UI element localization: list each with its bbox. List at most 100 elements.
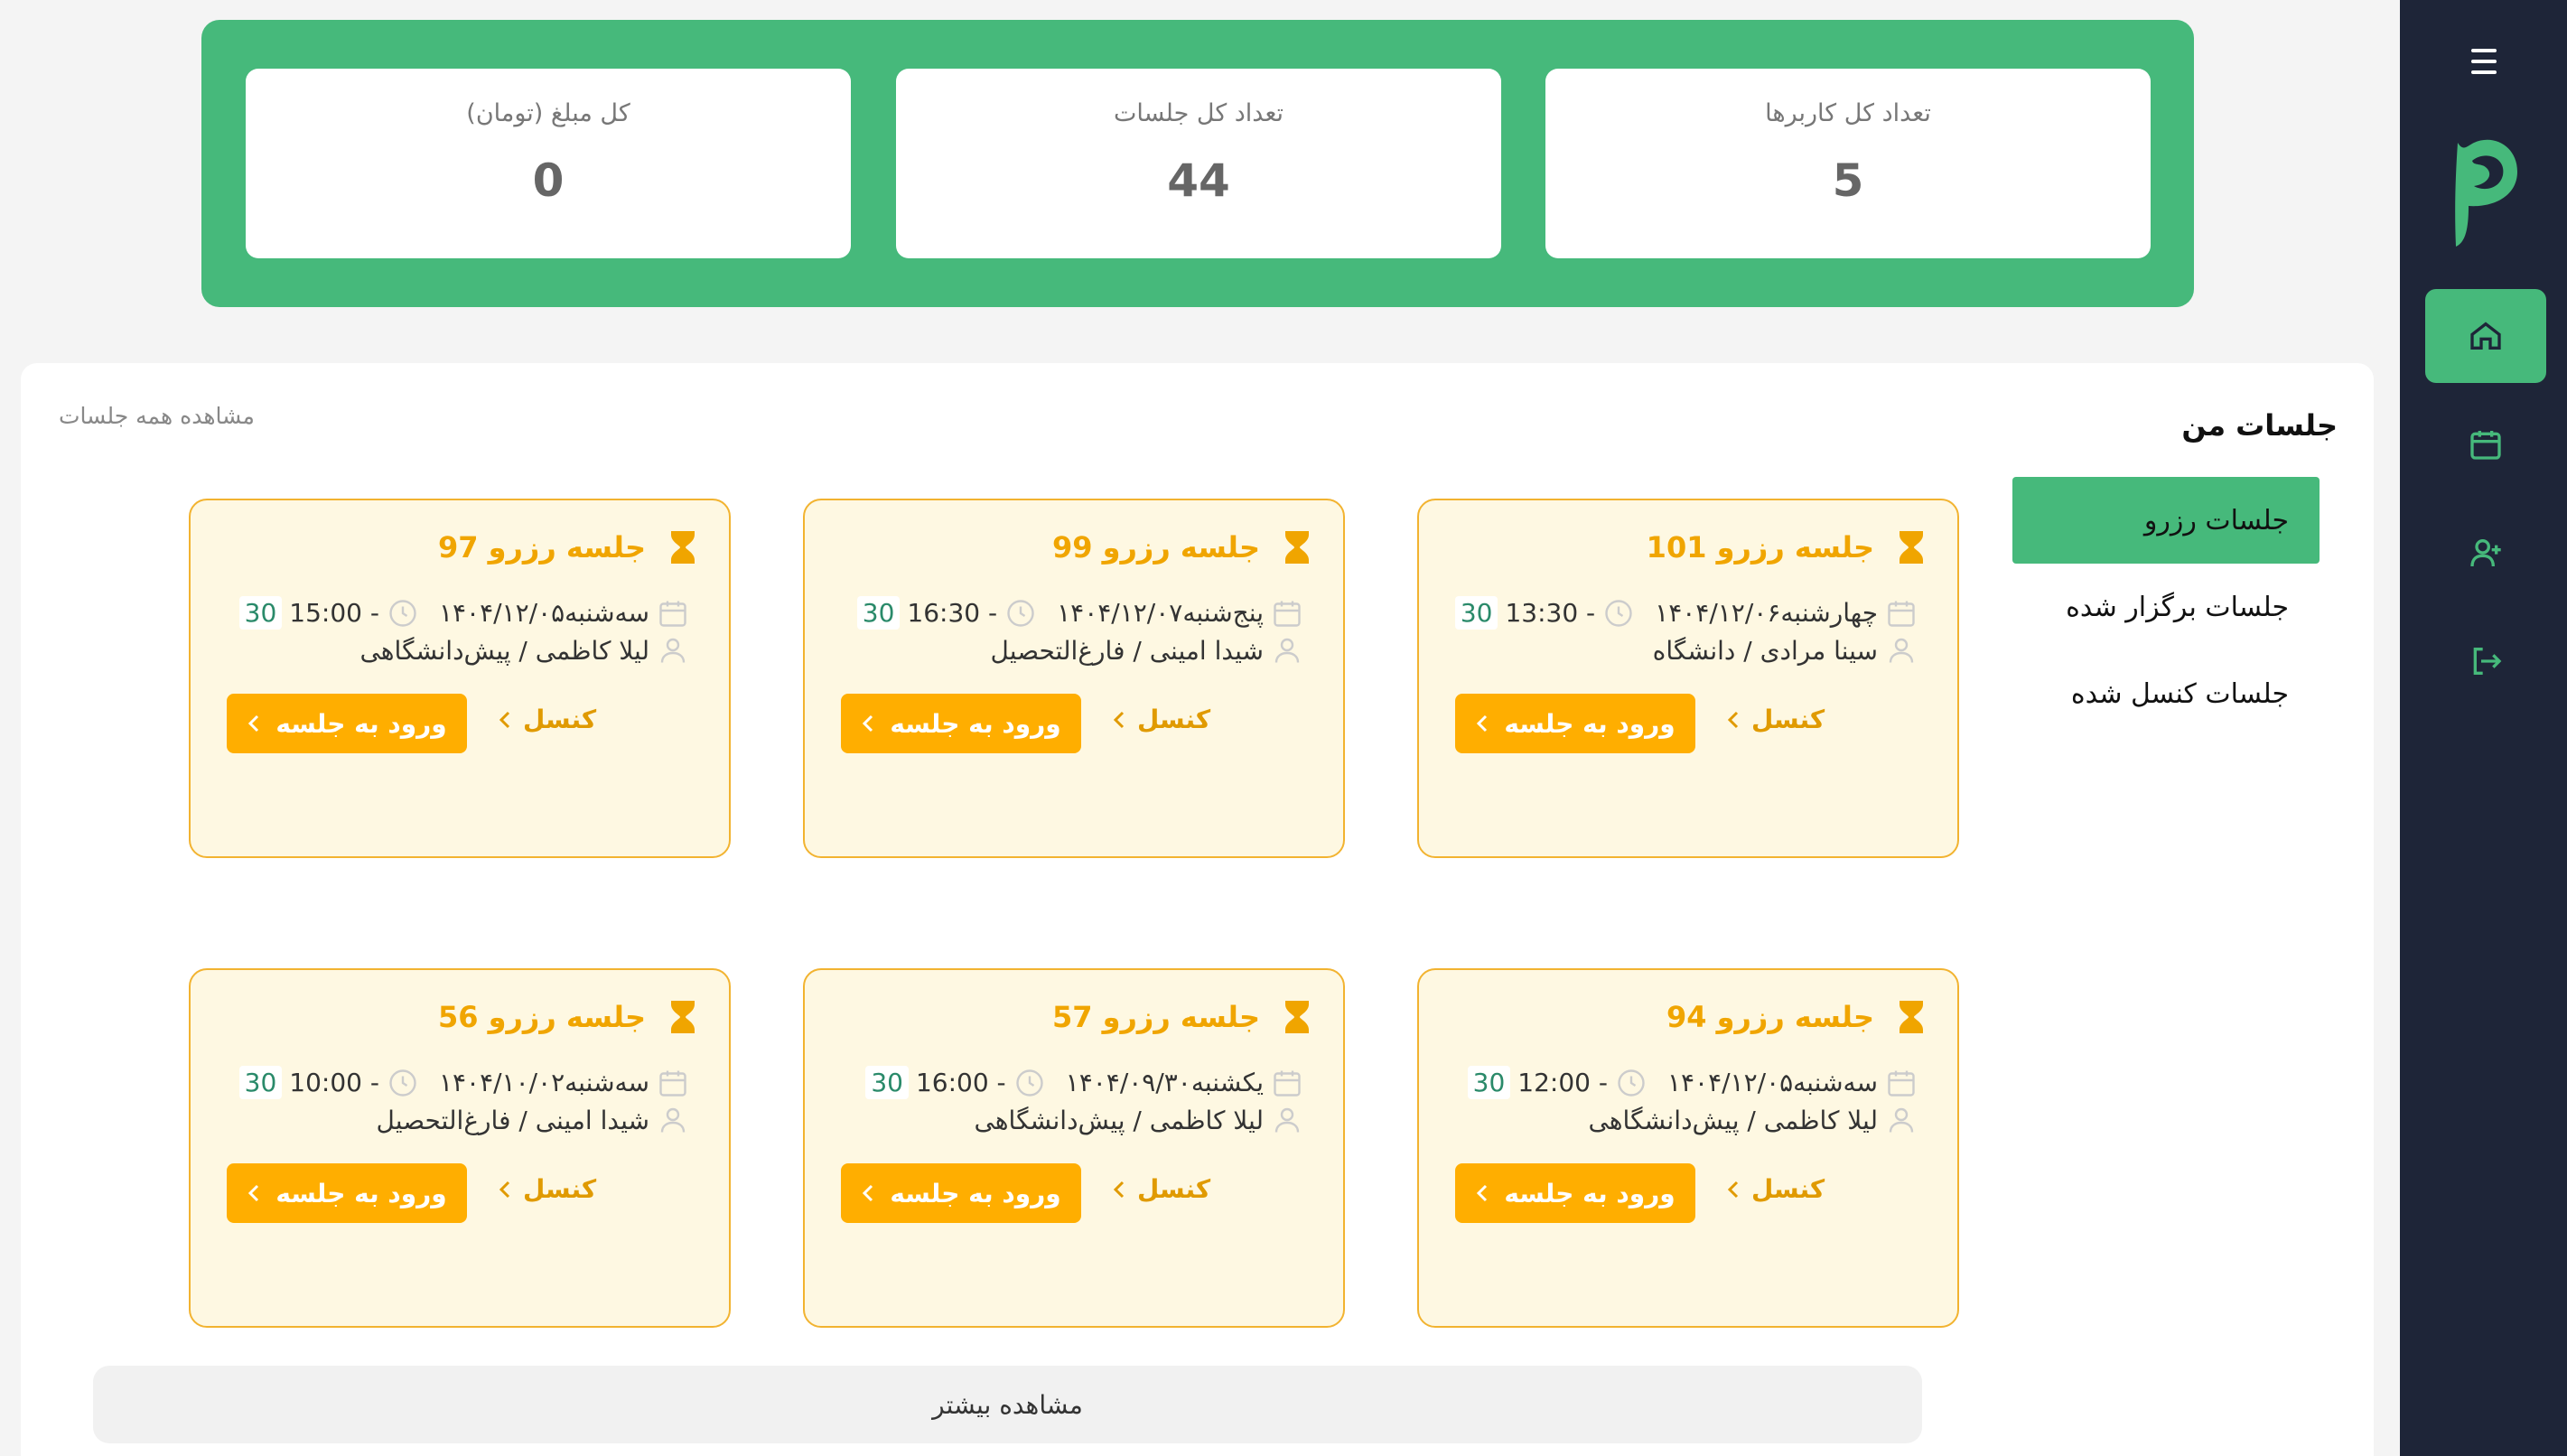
user-icon: [660, 638, 686, 663]
clock-icon: [1015, 1069, 1043, 1097]
session-time: 10:00 -: [289, 1068, 379, 1097]
hourglass-icon: [671, 531, 695, 564]
session-date: سه‌شنبه۱۴۰۴/۱۲/۰۵: [1666, 1068, 1878, 1097]
clock-icon: [1605, 599, 1632, 627]
stat-value: 5: [1832, 154, 1864, 207]
session-time: 13:30 -: [1505, 598, 1596, 628]
clock-icon: [389, 599, 416, 627]
session-title: جلسه رزرو 56: [437, 1000, 646, 1034]
tab-cancelled[interactable]: جلسات کنسل شده: [2012, 650, 2320, 737]
session-person: لیلا کاظمی / پیش‌دانشگاهی: [974, 1105, 1264, 1135]
tab-reserved[interactable]: جلسات رزرو: [2012, 477, 2320, 564]
session-time: 16:00 -: [915, 1068, 1006, 1097]
cancel-label: کنسل: [1137, 1174, 1211, 1204]
stat-label: کل مبلغ (تومان): [466, 99, 630, 127]
sidebar-item-add-user[interactable]: [2425, 506, 2546, 600]
sidebar-item-home[interactable]: [2425, 289, 2546, 383]
session-duration: 30: [1454, 596, 1498, 630]
session-duration: 30: [238, 1066, 283, 1099]
sidebar: [2400, 0, 2567, 1456]
chevron-left-icon: [863, 1184, 873, 1202]
stat-card-amount: کل مبلغ (تومان) 0: [246, 69, 851, 258]
chevron-left-icon: [1727, 711, 1739, 728]
session-person: سینا مرادی / دانشگاه: [1652, 635, 1878, 666]
cancel-button[interactable]: کنسل: [498, 1174, 596, 1204]
sessions-panel: مشاهده همه جلسات جلسات من جلسات رزرو جلس…: [21, 363, 2374, 1456]
session-card: جلسه رزرو 94 سه‌شنبه۱۴۰۴/۱۲/۰۵ 12:00 - 3…: [1417, 968, 1959, 1328]
session-title: جلسه رزرو 97: [437, 530, 646, 565]
enter-session-button[interactable]: ورود به جلسه: [841, 694, 1081, 753]
hamburger-icon[interactable]: [2463, 49, 2505, 79]
enter-session-button[interactable]: ورود به جلسه: [1455, 1163, 1695, 1223]
cancel-button[interactable]: کنسل: [1112, 1174, 1210, 1204]
enter-session-button[interactable]: ورود به جلسه: [841, 1163, 1081, 1223]
session-duration: 30: [238, 596, 283, 630]
session-title: جلسه رزرو 57: [1051, 1000, 1260, 1034]
session-date: چهارشنبه۱۴۰۴/۱۲/۰۶: [1655, 598, 1878, 628]
enter-label: ورود به جلسه: [890, 1178, 1061, 1209]
user-plus-icon: [2470, 539, 2501, 567]
chevron-left-icon: [248, 1184, 259, 1202]
stat-label: تعداد کل جلسات: [1113, 99, 1284, 127]
session-duration: 30: [856, 596, 901, 630]
user-icon: [660, 1107, 686, 1133]
stat-value: 0: [532, 154, 565, 207]
stat-label: تعداد کل کاربرها: [1765, 99, 1931, 127]
enter-session-button[interactable]: ورود به جلسه: [227, 1163, 467, 1223]
cancel-label: کنسل: [1751, 705, 1825, 734]
chevron-left-icon: [248, 714, 259, 733]
chevron-left-icon: [1113, 1181, 1125, 1198]
session-card: جلسه رزرو 57 یکشنبه۱۴۰۴/۰۹/۳۰ 16:00 - 30…: [803, 968, 1345, 1328]
sidebar-item-logout[interactable]: [2425, 614, 2546, 708]
chevron-left-icon: [1113, 711, 1125, 728]
enter-session-button[interactable]: ورود به جلسه: [1455, 694, 1695, 753]
cancel-button[interactable]: کنسل: [1726, 1174, 1825, 1204]
sidebar-item-calendar[interactable]: [2425, 397, 2546, 491]
enter-label: ورود به جلسه: [1504, 1178, 1676, 1209]
calendar-icon: [659, 1070, 686, 1097]
stats-banner: تعداد کل کاربرها 5 تعداد کل جلسات 44 کل …: [201, 20, 2194, 307]
cancel-label: کنسل: [523, 1174, 597, 1204]
calendar-icon: [1888, 601, 1915, 627]
session-date: سه‌شنبه۱۴۰۴/۱۰/۰۲: [438, 1068, 649, 1097]
session-person: لیلا کاظمی / پیش‌دانشگاهی: [359, 635, 649, 666]
enter-label: ورود به جلسه: [275, 1178, 447, 1209]
chevron-left-icon: [1477, 1184, 1488, 1202]
cancel-button[interactable]: کنسل: [1112, 705, 1210, 734]
session-card: جلسه رزرو 99 پنج‌شنبه۱۴۰۴/۱۲/۰۷ 16:30 - …: [803, 499, 1345, 858]
cancel-label: کنسل: [523, 705, 597, 734]
session-person: لیلا کاظمی / پیش‌دانشگاهی: [1588, 1105, 1878, 1135]
enter-label: ورود به جلسه: [275, 708, 447, 739]
cancel-label: کنسل: [1137, 705, 1211, 734]
session-time: 16:30 -: [907, 598, 998, 628]
session-date: پنج‌شنبه۱۴۰۴/۱۲/۰۷: [1057, 598, 1264, 628]
cancel-button[interactable]: کنسل: [1726, 705, 1825, 734]
hourglass-icon: [1285, 1001, 1309, 1033]
chevron-left-icon: [863, 714, 873, 733]
hourglass-icon: [1285, 531, 1309, 564]
view-all-sessions-link[interactable]: مشاهده همه جلسات: [59, 403, 255, 429]
chevron-left-icon: [1727, 1181, 1739, 1198]
cancel-button[interactable]: کنسل: [498, 705, 596, 734]
chevron-left-icon: [499, 1181, 510, 1198]
session-person: شیدا امینی / فارغ‌التحصیل: [376, 1105, 649, 1135]
calendar-icon: [1274, 1070, 1301, 1097]
stat-value: 44: [1167, 154, 1230, 207]
home-icon: [2470, 322, 2501, 350]
logout-icon: [2473, 648, 2502, 675]
hourglass-icon: [671, 1001, 695, 1033]
section-title: جلسات من: [2181, 408, 2338, 443]
show-more-button[interactable]: مشاهده بیشتر: [93, 1366, 1922, 1443]
chevron-left-icon: [499, 711, 510, 728]
clock-icon: [1618, 1069, 1645, 1097]
stat-card-users: تعداد کل کاربرها 5: [1545, 69, 2151, 258]
tab-held[interactable]: جلسات برگزار شده: [2012, 564, 2320, 650]
clock-icon: [1007, 599, 1034, 627]
user-icon: [1274, 1107, 1300, 1133]
enter-label: ورود به جلسه: [1504, 708, 1676, 739]
app-logo: [2447, 134, 2521, 251]
hourglass-icon: [1900, 1001, 1923, 1033]
user-icon: [1889, 1107, 1914, 1133]
session-title: جلسه رزرو 99: [1051, 530, 1260, 565]
enter-session-button[interactable]: ورود به جلسه: [227, 694, 467, 753]
